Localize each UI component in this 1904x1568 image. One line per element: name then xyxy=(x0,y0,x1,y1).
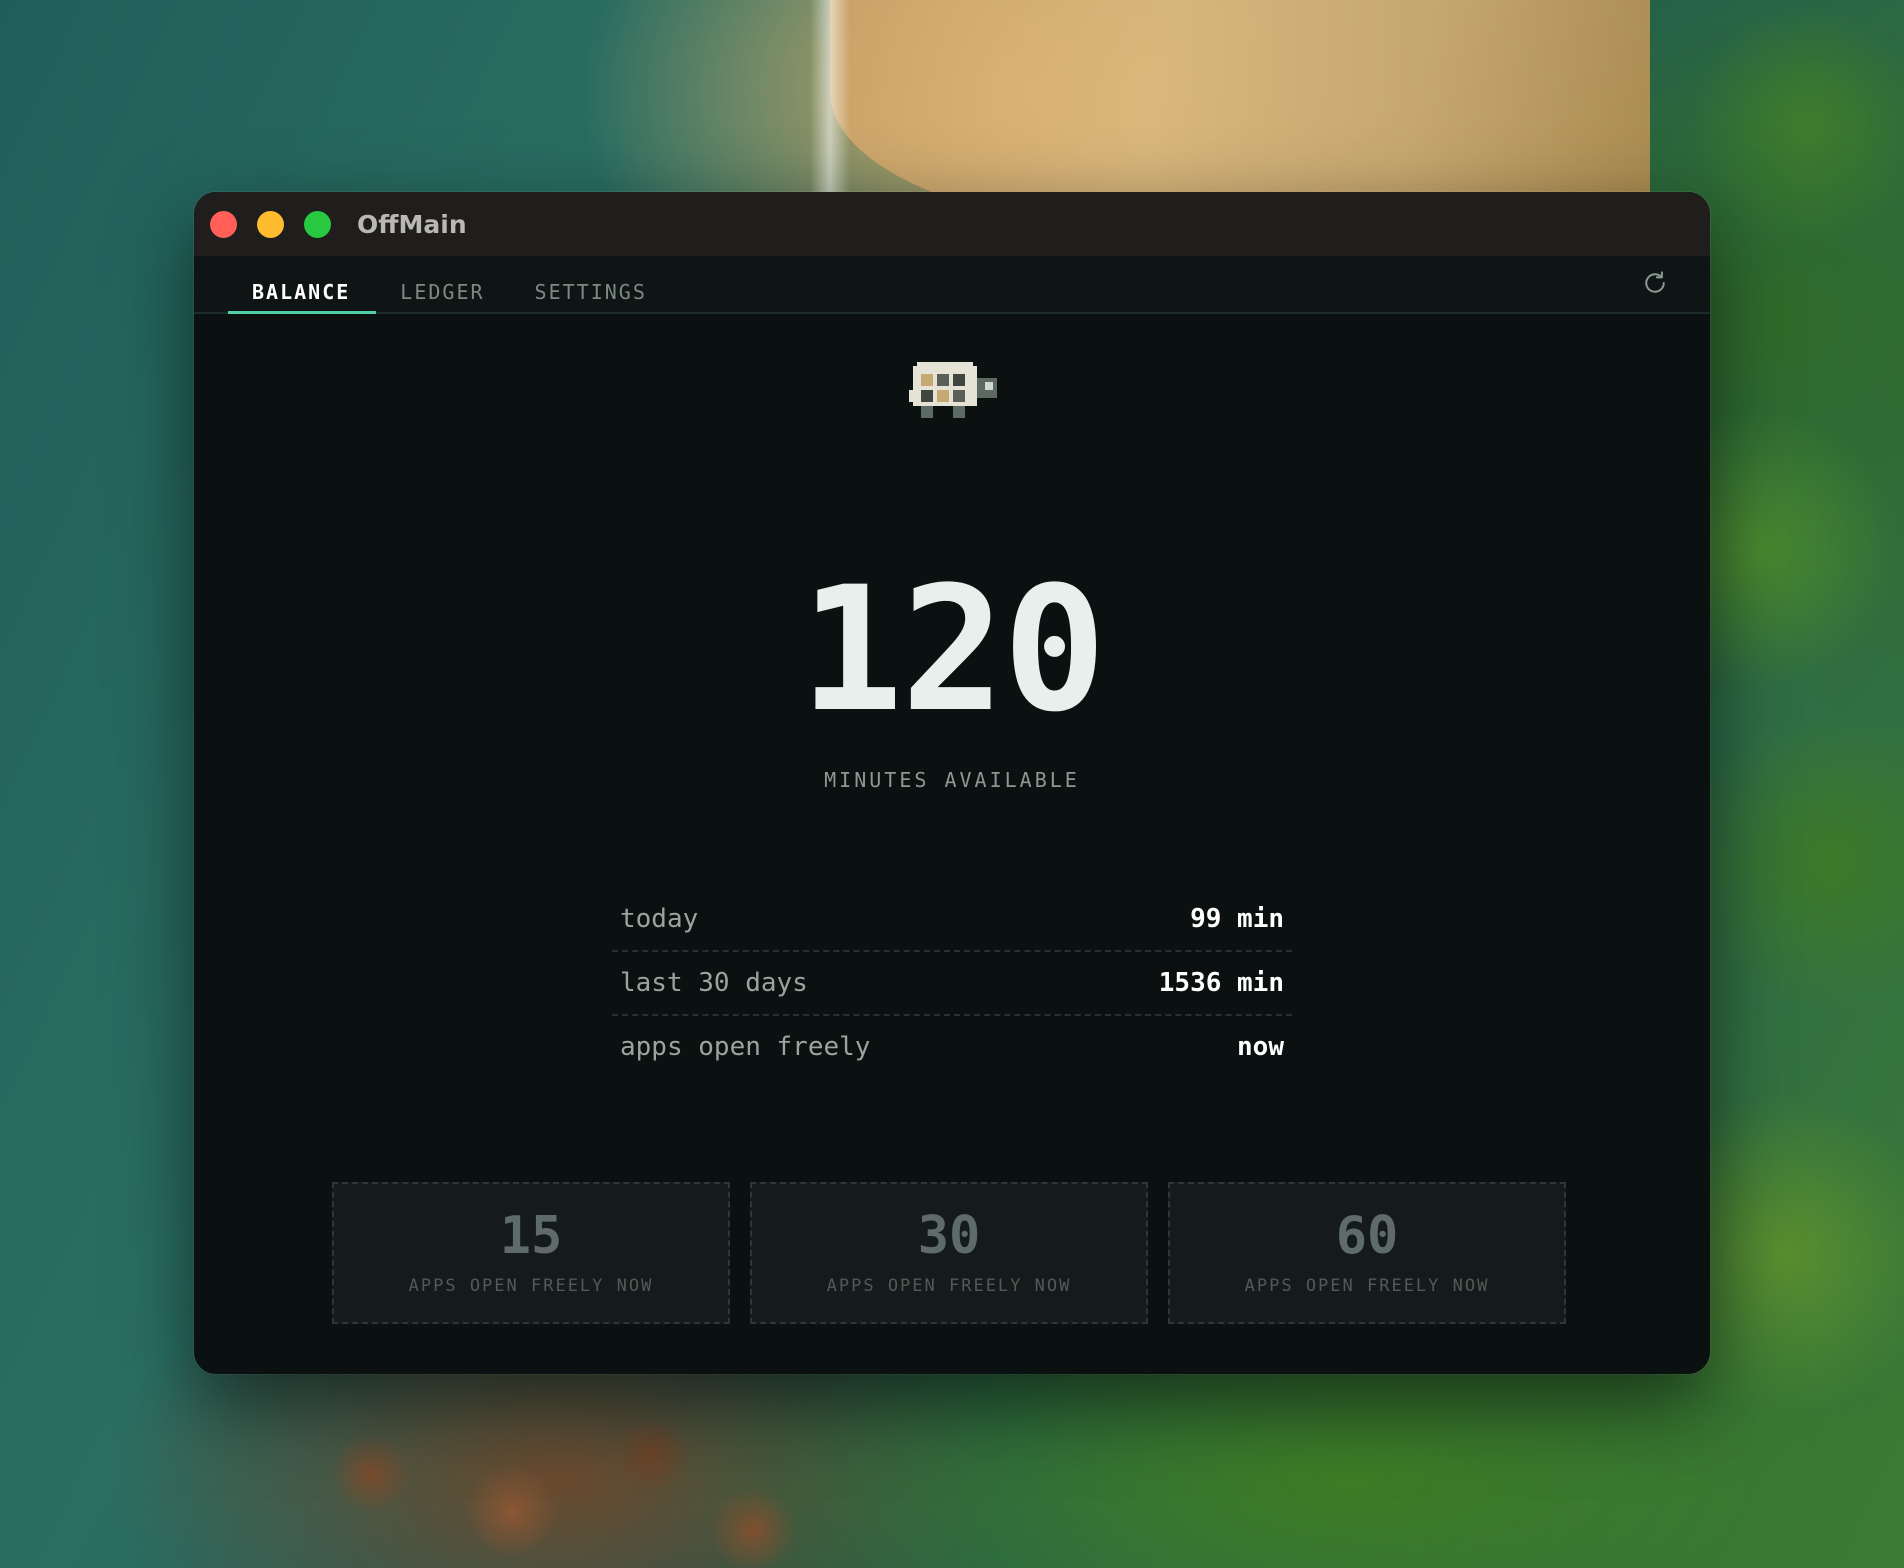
stat-row-last-30-days: last 30 days 1536 min xyxy=(612,952,1292,1016)
refresh-icon[interactable] xyxy=(1640,268,1670,298)
desktop-wallpaper-surf xyxy=(810,0,850,200)
stat-label: today xyxy=(620,904,699,934)
window-title: OffMain xyxy=(357,209,467,239)
stats-list: today 99 min last 30 days 1536 min apps … xyxy=(612,888,1292,1078)
tab-bar: BALANCE LEDGER SETTINGS xyxy=(194,256,1710,314)
spend-15-button[interactable]: 15 APPS OPEN FREELY NOW xyxy=(332,1182,730,1324)
stat-row-today: today 99 min xyxy=(612,888,1292,952)
turtle-icon xyxy=(909,362,997,418)
app-window: OffMain BALANCE LEDGER SETTINGS 120 MINU… xyxy=(194,192,1710,1374)
zoom-window-button[interactable] xyxy=(304,210,331,238)
spend-label: APPS OPEN FREELY NOW xyxy=(826,1276,1072,1296)
stat-value: now xyxy=(1237,1032,1284,1062)
spend-amount: 30 xyxy=(917,1206,981,1266)
stat-label: last 30 days xyxy=(620,968,808,998)
tab-settings[interactable]: SETTINGS xyxy=(511,280,673,312)
spend-label: APPS OPEN FREELY NOW xyxy=(408,1276,654,1296)
tab-balance[interactable]: BALANCE xyxy=(228,280,377,314)
spend-amount: 60 xyxy=(1335,1206,1399,1266)
stat-value: 99 min xyxy=(1190,904,1284,934)
desktop-wallpaper-rocks xyxy=(260,1380,820,1568)
stat-label: apps open freely xyxy=(620,1032,871,1062)
title-bar[interactable]: OffMain xyxy=(194,192,1710,256)
close-window-button[interactable] xyxy=(210,210,237,238)
spend-30-button[interactable]: 30 APPS OPEN FREELY NOW xyxy=(750,1182,1148,1324)
balance-minutes-label: MINUTES AVAILABLE xyxy=(824,768,1080,792)
stat-row-apps-open-freely: apps open freely now xyxy=(612,1016,1292,1078)
spend-buttons: 15 APPS OPEN FREELY NOW 30 APPS OPEN FRE… xyxy=(332,1182,1566,1324)
stat-value: 1536 min xyxy=(1158,968,1284,998)
spend-label: APPS OPEN FREELY NOW xyxy=(1244,1276,1490,1296)
spend-amount: 15 xyxy=(499,1206,563,1266)
balance-minutes-value: 120 xyxy=(799,549,1107,750)
minimize-window-button[interactable] xyxy=(257,210,284,238)
spend-60-button[interactable]: 60 APPS OPEN FREELY NOW xyxy=(1168,1182,1566,1324)
tab-ledger[interactable]: LEDGER xyxy=(376,280,510,312)
window-controls xyxy=(210,210,331,238)
balance-view: 120 MINUTES AVAILABLE today 99 min last … xyxy=(194,314,1710,1374)
